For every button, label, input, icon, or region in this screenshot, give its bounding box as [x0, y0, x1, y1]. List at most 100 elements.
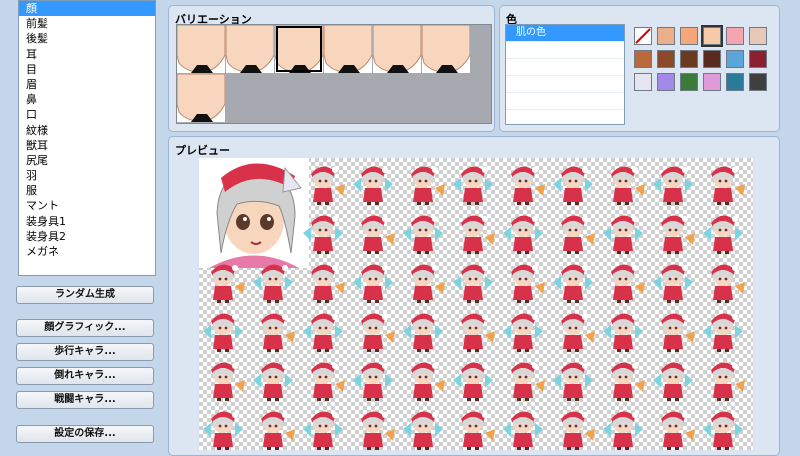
character-sprite — [349, 256, 397, 304]
color-target-item[interactable] — [506, 76, 624, 93]
down-character-button[interactable]: 倒れキャラ... — [16, 367, 154, 385]
color-swatch[interactable] — [634, 73, 652, 91]
color-target-item[interactable] — [506, 42, 624, 59]
color-target-item[interactable]: 肌の色 — [506, 25, 624, 42]
character-sprite — [199, 305, 247, 353]
variation-thumbnail[interactable] — [177, 25, 225, 73]
character-sprite — [299, 207, 347, 255]
character-sprite — [549, 256, 597, 304]
color-swatch[interactable] — [634, 27, 652, 45]
parts-list-item[interactable]: マント — [19, 198, 155, 213]
character-sprite — [599, 256, 647, 304]
character-sprite — [199, 256, 247, 304]
variation-thumbnail[interactable] — [324, 25, 372, 73]
character-sprite — [249, 354, 297, 402]
color-swatch[interactable] — [703, 50, 721, 68]
color-target-item[interactable] — [506, 110, 624, 124]
character-sprite — [599, 158, 647, 206]
variation-thumbnail[interactable] — [275, 25, 323, 73]
character-sprite — [649, 305, 697, 353]
character-sprite — [299, 403, 347, 450]
character-sprite — [349, 158, 397, 206]
character-sprite — [699, 207, 747, 255]
color-swatch[interactable] — [657, 73, 675, 91]
color-swatch[interactable] — [680, 73, 698, 91]
color-swatch[interactable] — [749, 73, 767, 91]
battle-character-button[interactable]: 戦闘キャラ... — [16, 391, 154, 409]
save-settings-button[interactable]: 設定の保存... — [16, 425, 154, 443]
character-sprite — [349, 354, 397, 402]
character-sprite — [449, 354, 497, 402]
character-sprite — [299, 158, 347, 206]
variation-thumbnail[interactable] — [226, 25, 274, 73]
face-graphic-button[interactable]: 顔グラフィック... — [16, 319, 154, 337]
color-swatch[interactable] — [657, 50, 675, 68]
color-swatch[interactable] — [726, 73, 744, 91]
character-sprite — [399, 256, 447, 304]
character-sprite — [399, 207, 447, 255]
parts-list-item[interactable]: 装身具1 — [19, 214, 155, 229]
character-sprite — [549, 305, 597, 353]
character-sprite — [299, 256, 347, 304]
character-sprite — [699, 305, 747, 353]
parts-list-item[interactable]: 目 — [19, 62, 155, 77]
character-sprite — [699, 158, 747, 206]
parts-list-item[interactable]: 服 — [19, 183, 155, 198]
color-swatch[interactable] — [657, 27, 675, 45]
character-sprite — [499, 354, 547, 402]
preview-title: プレビュー — [175, 144, 230, 157]
parts-list-item[interactable]: 眉 — [19, 77, 155, 92]
random-generate-button[interactable]: ランダム生成 — [16, 286, 154, 304]
character-sprite — [649, 403, 697, 450]
color-swatch[interactable] — [726, 50, 744, 68]
color-swatch[interactable] — [726, 27, 744, 45]
parts-list-item[interactable]: 装身具2 — [19, 229, 155, 244]
parts-list-item[interactable]: 耳 — [19, 47, 155, 62]
parts-list-item[interactable]: 獣耳 — [19, 138, 155, 153]
parts-list-item[interactable]: 紋様 — [19, 123, 155, 138]
parts-list-item[interactable]: 尻尾 — [19, 153, 155, 168]
parts-list-item[interactable]: 前髪 — [19, 16, 155, 31]
character-sprite — [299, 305, 347, 353]
parts-list-item[interactable]: 口 — [19, 107, 155, 122]
color-swatch[interactable] — [703, 73, 721, 91]
character-sprite — [449, 158, 497, 206]
character-sprite — [499, 305, 547, 353]
character-sprite — [699, 403, 747, 450]
color-swatch[interactable] — [680, 27, 698, 45]
parts-list-item[interactable]: メガネ — [19, 244, 155, 259]
color-swatch[interactable] — [680, 50, 698, 68]
variation-thumbnail[interactable] — [373, 25, 421, 73]
parts-list-item[interactable]: 顔 — [19, 1, 155, 17]
parts-list-item[interactable]: 後髪 — [19, 31, 155, 46]
variation-thumbnail[interactable] — [422, 25, 470, 73]
character-sprite — [699, 256, 747, 304]
character-sprite — [349, 403, 397, 450]
color-swatch[interactable] — [634, 50, 652, 68]
color-swatch[interactable] — [749, 50, 767, 68]
variation-grid[interactable] — [176, 24, 492, 124]
character-sprite — [449, 403, 497, 450]
color-swatch[interactable] — [749, 27, 767, 45]
character-sprite — [549, 207, 597, 255]
character-sprite — [599, 354, 647, 402]
character-sprite — [299, 354, 347, 402]
character-sprite — [549, 158, 597, 206]
character-sprite — [399, 403, 447, 450]
variation-thumbnail[interactable] — [177, 74, 225, 122]
character-sprite — [249, 305, 297, 353]
parts-list[interactable]: 顔前髪 後髪耳目眉鼻口紋様 獣耳 尻尾羽服マント 装身具1 装身具2 メガネ — [18, 0, 156, 276]
color-target-list[interactable]: 肌の色 — [505, 24, 625, 125]
character-sprite — [199, 403, 247, 450]
parts-list-item[interactable]: 羽 — [19, 168, 155, 183]
color-target-item[interactable] — [506, 59, 624, 76]
color-swatch[interactable] — [701, 25, 723, 47]
character-sprite — [649, 354, 697, 402]
character-sprite — [349, 305, 397, 353]
character-sprite — [549, 354, 597, 402]
character-sprite — [349, 207, 397, 255]
parts-list-item[interactable]: 鼻 — [19, 92, 155, 107]
color-target-item[interactable] — [506, 93, 624, 110]
character-sprite — [499, 256, 547, 304]
walk-character-button[interactable]: 歩行キャラ... — [16, 343, 154, 361]
